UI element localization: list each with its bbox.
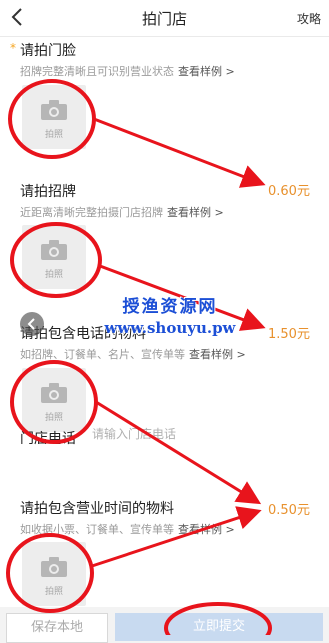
photo-label: 拍照: [44, 270, 63, 280]
camera-icon: [41, 100, 67, 120]
bottom-bar: 保存本地 立即提交: [0, 607, 329, 643]
photo-label: 拍照: [44, 413, 63, 423]
subtitle-text: 招牌完整清晰且可识别营业状态: [20, 65, 174, 78]
section-subtitle-storefront: 招牌完整清晰且可识别营业状态 查看样例 >: [20, 63, 235, 79]
camera-icon: [41, 383, 67, 403]
watermark-line-1: 授渔资源网: [122, 297, 218, 317]
view-example-link[interactable]: 查看样例 >: [189, 348, 246, 361]
price-sign: 0.60元: [268, 184, 310, 199]
price-phone-material: 1.50元: [268, 327, 310, 342]
photo-label: 拍照: [44, 130, 63, 140]
page-title: 拍门店: [141, 10, 187, 28]
price-hours-material: 0.50元: [268, 503, 310, 518]
subtitle-text: 如收据小票、订餐单、宣传单等: [20, 523, 174, 536]
watermark-line-2: www.shouyu.pw: [104, 319, 236, 337]
watermark-logo: 授渔资源网 www.shouyu.pw: [70, 292, 270, 337]
guide-link[interactable]: 攻略: [297, 10, 321, 27]
section-title-sign: 请拍招牌: [20, 184, 76, 200]
submit-button[interactable]: 立即提交: [115, 613, 323, 641]
subtitle-text: 近距离清晰完整拍摄门店招牌: [20, 206, 163, 219]
store-phone-label: 门店电话: [20, 431, 76, 447]
photo-upload-hours-material[interactable]: 拍照: [22, 542, 86, 606]
floating-back-button[interactable]: [20, 312, 44, 336]
camera-icon: [41, 557, 67, 577]
save-local-button[interactable]: 保存本地: [6, 613, 108, 643]
section-subtitle-hours-material: 如收据小票、订餐单、宣传单等 查看样例 >: [20, 521, 235, 537]
view-example-link[interactable]: 查看样例 >: [167, 206, 224, 219]
store-phone-input[interactable]: [92, 424, 212, 444]
required-mark: *: [10, 41, 16, 55]
photo-upload-storefront[interactable]: 拍照: [22, 85, 86, 149]
view-example-link[interactable]: 查看样例 >: [178, 65, 235, 78]
photo-upload-sign[interactable]: 拍照: [22, 225, 86, 289]
navigation-bar: 拍门店 攻略: [0, 0, 329, 37]
photo-upload-phone-material[interactable]: 拍照: [22, 368, 86, 432]
section-subtitle-phone-material: 如招牌、订餐单、名片、宣传单等 查看样例 >: [20, 346, 246, 362]
view-example-link[interactable]: 查看样例 >: [178, 523, 235, 536]
section-title-hours-material: 请拍包含营业时间的物料: [20, 501, 174, 517]
section-title-storefront: 请拍门脸: [20, 43, 76, 59]
section-subtitle-sign: 近距离清晰完整拍摄门店招牌 查看样例 >: [20, 204, 224, 220]
chevron-left-icon: [27, 318, 35, 330]
photo-label: 拍照: [44, 587, 63, 597]
subtitle-text: 如招牌、订餐单、名片、宣传单等: [20, 348, 185, 361]
camera-icon: [41, 240, 67, 260]
